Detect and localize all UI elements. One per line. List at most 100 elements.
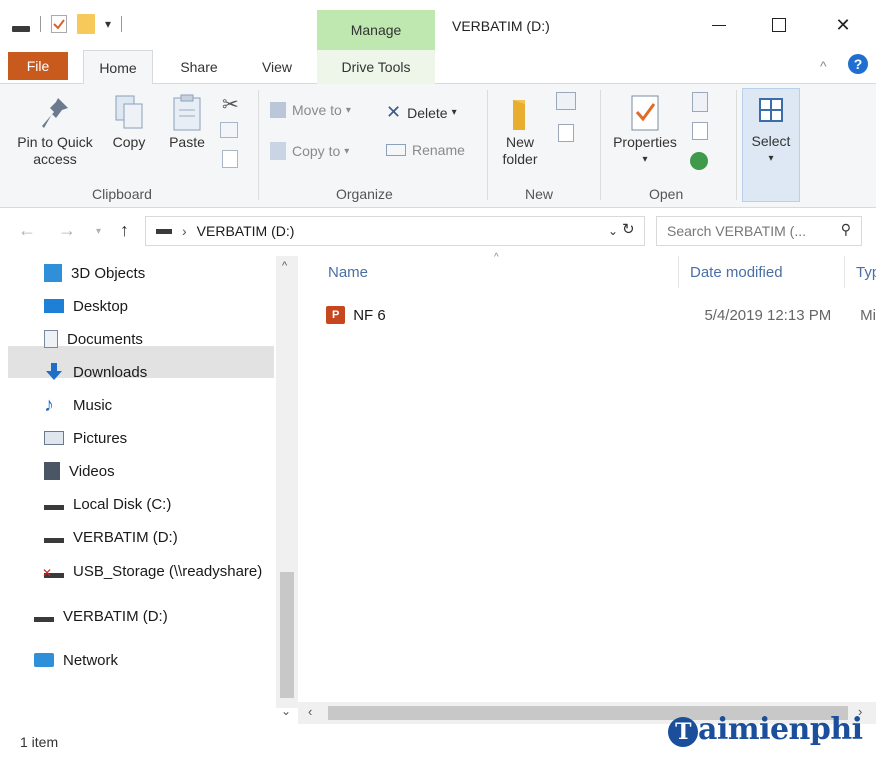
copy-to-button[interactable]: Copy to ▾: [270, 142, 349, 160]
search-input[interactable]: Search VERBATIM (... ⚲: [656, 216, 862, 246]
breadcrumb-current[interactable]: VERBATIM (D:): [197, 223, 295, 239]
network-drive-icon: ✕: [42, 564, 64, 580]
sort-indicator-icon: ^: [494, 252, 499, 263]
folder-icon[interactable]: [77, 14, 95, 34]
help-icon[interactable]: ?: [848, 54, 868, 74]
search-placeholder: Search VERBATIM (...: [667, 223, 806, 239]
paste-label: Paste: [169, 134, 205, 150]
refresh-icon[interactable]: ↻: [622, 220, 635, 238]
pin-icon: [42, 98, 68, 128]
new-folder-button[interactable]: New folder: [494, 94, 546, 168]
ribbon-tab-row: File Home Share View Drive Tools ^ ?: [0, 50, 876, 85]
delete-label: Delete: [407, 104, 448, 121]
delete-button[interactable]: ✕ Delete ▾: [386, 102, 457, 123]
tab-file[interactable]: File: [8, 52, 68, 80]
ribbon-separator: [487, 90, 488, 200]
close-button[interactable]: ✕: [820, 10, 866, 40]
nav-item-verbatim[interactable]: VERBATIM (D:): [44, 524, 178, 550]
column-divider[interactable]: [678, 256, 679, 288]
recent-locations-icon[interactable]: ▾: [96, 226, 101, 237]
customize-dropdown-icon[interactable]: ▾: [105, 17, 111, 31]
nav-item-pictures[interactable]: Pictures: [44, 425, 127, 451]
delete-icon: ✕: [386, 102, 402, 122]
open-icon[interactable]: [692, 92, 708, 112]
videos-icon: [44, 462, 60, 480]
manage-context-tab[interactable]: Manage: [317, 10, 435, 50]
column-divider[interactable]: [844, 256, 845, 288]
move-to-button[interactable]: Move to ▾: [270, 102, 351, 118]
pin-to-quick-access-button[interactable]: Pin to Quick access: [8, 94, 102, 168]
documents-icon: [44, 330, 58, 348]
ribbon-separator: [600, 90, 601, 200]
rename-button[interactable]: Rename: [386, 142, 465, 158]
chevron-down-icon: ▾: [451, 107, 457, 118]
back-arrow-icon[interactable]: ←: [18, 220, 36, 241]
column-header-type[interactable]: Typ: [856, 264, 876, 281]
easy-access-icon[interactable]: [558, 124, 574, 142]
ribbon-separator: [736, 90, 737, 200]
properties-check-icon[interactable]: [51, 15, 67, 33]
nav-item-videos[interactable]: Videos: [44, 458, 115, 484]
new-item-icon[interactable]: [556, 92, 576, 110]
column-header-name[interactable]: Name: [328, 264, 368, 281]
copy-button[interactable]: Copy: [106, 94, 152, 151]
nav-item-downloads[interactable]: Downloads: [44, 359, 147, 385]
nav-item-documents[interactable]: Documents: [44, 326, 143, 352]
search-icon: ⚲: [840, 221, 851, 237]
forward-arrow-icon[interactable]: →: [58, 220, 76, 241]
up-arrow-icon[interactable]: ↑: [120, 220, 129, 241]
nav-label: VERBATIM (D:): [73, 528, 178, 546]
nav-label: USB_Storage (\\readyshare): [73, 562, 263, 580]
watermark-initial: T: [668, 717, 698, 747]
scroll-down-icon[interactable]: ⌄: [281, 704, 291, 718]
scroll-up-icon[interactable]: ^: [282, 260, 287, 272]
new-group-label: New: [525, 186, 554, 202]
nav-item-usb-storage[interactable]: ✕ USB_Storage (\\readyshare): [42, 558, 263, 584]
minimize-ribbon-icon[interactable]: ^: [820, 58, 827, 74]
chevron-down-icon: ▾: [642, 154, 648, 165]
new-folder-icon: [513, 100, 525, 130]
nav-item-network[interactable]: Network: [34, 647, 118, 673]
tab-view[interactable]: View: [248, 50, 306, 84]
window-title: VERBATIM (D:): [452, 18, 550, 34]
select-button[interactable]: Select ▾: [742, 88, 800, 202]
nav-label: Desktop: [73, 297, 129, 315]
nav-item-local-disk[interactable]: Local Disk (C:): [44, 491, 171, 517]
scroll-left-icon[interactable]: ‹: [308, 704, 312, 719]
rename-icon: [386, 144, 406, 156]
paste-shortcut-icon[interactable]: [222, 150, 238, 168]
tab-home[interactable]: Home: [83, 50, 153, 85]
cut-icon[interactable]: ✂: [222, 92, 239, 117]
minimize-button[interactable]: [696, 10, 742, 40]
drive-icon[interactable]: [12, 26, 30, 32]
clipboard-group-label: Clipboard: [92, 186, 152, 202]
nav-item-music[interactable]: ♪ Music: [44, 392, 112, 418]
edit-icon[interactable]: [692, 122, 708, 140]
ribbon-separator: [258, 90, 259, 200]
nav-item-3d-objects[interactable]: 3D Objects: [44, 260, 145, 286]
properties-button[interactable]: Properties ▾: [606, 94, 684, 168]
column-header-date-modified[interactable]: Date modified: [690, 264, 783, 281]
organize-group-label: Organize: [336, 186, 393, 202]
rename-label: Rename: [412, 142, 465, 158]
copy-to-label: Copy to: [292, 143, 341, 159]
nav-scroll-thumb[interactable]: [280, 572, 294, 698]
nav-item-verbatim-root[interactable]: VERBATIM (D:): [34, 603, 168, 629]
history-icon[interactable]: [690, 152, 708, 170]
tab-share[interactable]: Share: [170, 50, 228, 84]
address-dropdown-icon[interactable]: ⌄: [608, 224, 618, 238]
address-bar[interactable]: › VERBATIM (D:) ⌄: [145, 216, 645, 246]
nav-item-desktop[interactable]: Desktop: [44, 293, 128, 319]
paste-button[interactable]: Paste: [162, 94, 212, 151]
nav-label: Videos: [69, 462, 115, 480]
breadcrumb-separator-icon: ›: [182, 223, 187, 239]
tab-drive-tools[interactable]: Drive Tools: [317, 50, 435, 84]
music-icon: ♪: [44, 394, 54, 416]
copy-path-icon[interactable]: [220, 122, 238, 138]
copy-to-icon: [270, 142, 286, 160]
powerpoint-file-icon: P: [326, 306, 346, 324]
file-row[interactable]: P NF 6 5/4/2019 12:13 PM Mi: [326, 302, 876, 328]
copy-icon: [115, 95, 143, 129]
maximize-button[interactable]: [756, 10, 802, 40]
properties-label: Properties: [613, 134, 677, 150]
